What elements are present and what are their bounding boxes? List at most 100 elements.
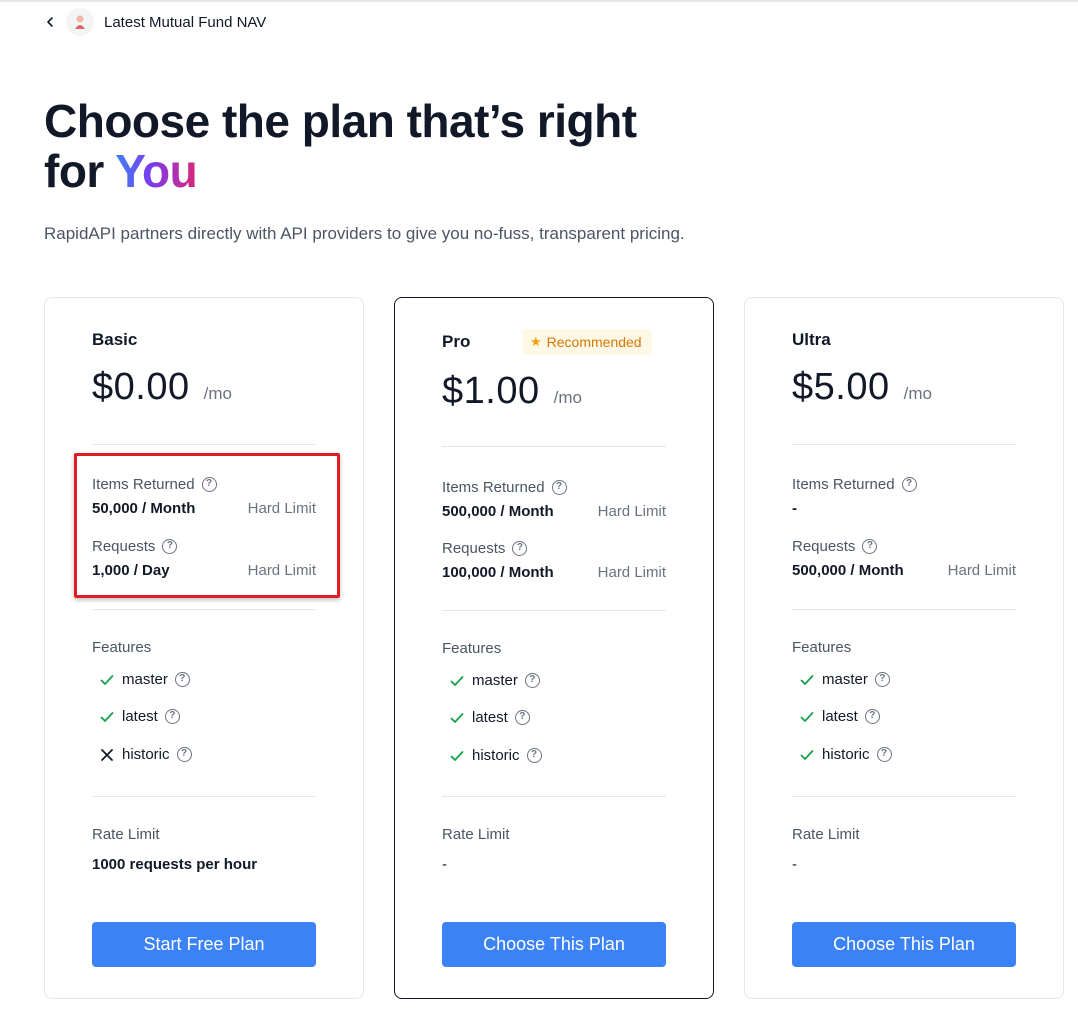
price-period: /mo <box>903 384 932 403</box>
plan-name: Ultra <box>792 330 831 349</box>
metric-label-requests: Requests? <box>792 538 878 555</box>
plan-name: Pro <box>442 332 471 351</box>
highlight-box <box>74 453 340 598</box>
help-icon[interactable]: ? <box>551 480 567 495</box>
choose-pro-plan-button[interactable]: Choose This Plan <box>442 922 666 967</box>
divider <box>792 796 1016 797</box>
feature-name: master <box>822 671 868 688</box>
plan-price: $0.00 /mo <box>92 366 232 409</box>
api-title: Latest Mutual Fund NAV <box>104 13 267 31</box>
feature-name: master <box>122 671 168 688</box>
start-free-plan-button[interactable]: Start Free Plan <box>92 922 316 967</box>
feature-item: latest? <box>449 709 530 726</box>
check-icon <box>449 673 465 689</box>
check-icon <box>799 672 815 688</box>
rate-limit-title: Rate Limit <box>442 826 510 843</box>
star-icon: ★ <box>530 334 542 349</box>
features-title: Features <box>92 639 152 656</box>
plan-card-pro: Pro ★ Recommended $1.00 /mo Items Return… <box>394 297 714 999</box>
app-header: Latest Mutual Fund NAV <box>40 8 266 36</box>
metric-limit-items: Hard Limit <box>597 503 666 520</box>
help-icon[interactable]: ? <box>874 672 890 687</box>
help-icon[interactable]: ? <box>526 748 542 763</box>
check-icon <box>99 709 115 725</box>
feature-item: latest? <box>99 708 180 725</box>
plan-price: $5.00 /mo <box>792 366 932 409</box>
feature-item: master? <box>449 672 540 689</box>
headline-for: for <box>44 145 116 197</box>
divider <box>442 446 666 447</box>
price-amount: $5.00 <box>792 366 890 408</box>
price-period: /mo <box>553 388 582 407</box>
rate-limit-value: - <box>442 856 447 873</box>
plan-card-ultra: Ultra $5.00 /mo Items Returned? - Reques… <box>744 297 1064 999</box>
x-icon <box>99 747 115 763</box>
plan-card-basic: Basic $0.00 /mo Items Returned? 50,000 /… <box>44 297 364 999</box>
divider <box>92 796 316 797</box>
divider <box>92 609 316 610</box>
check-icon <box>799 709 815 725</box>
price-period: /mo <box>203 384 232 403</box>
metric-value-items: 500,000 / Month <box>442 503 554 520</box>
metric-label-items: Items Returned? <box>792 476 917 493</box>
metric-label-requests: Requests? <box>442 540 528 557</box>
feature-item: master? <box>99 671 190 688</box>
feature-name: historic <box>822 746 870 763</box>
chevron-left-icon <box>47 17 53 27</box>
check-icon <box>449 748 465 764</box>
metric-value-requests: 500,000 / Month <box>792 562 904 579</box>
feature-item: historic? <box>799 746 892 763</box>
metric-label-text: Requests <box>442 540 506 557</box>
metric-value-items: - <box>792 500 797 517</box>
badge-label: Recommended <box>546 334 642 350</box>
feature-name: latest <box>822 708 858 725</box>
metric-value-requests: 100,000 / Month <box>442 564 554 581</box>
help-icon[interactable]: ? <box>901 477 917 492</box>
feature-item: master? <box>799 671 890 688</box>
headline-line-1: Choose the plan that’s right <box>44 95 637 147</box>
divider <box>442 610 666 611</box>
help-icon[interactable]: ? <box>864 709 880 724</box>
help-icon[interactable]: ? <box>862 539 878 554</box>
metric-label-text: Items Returned <box>442 479 545 496</box>
divider <box>442 796 666 797</box>
check-icon <box>99 672 115 688</box>
metric-label-text: Items Returned <box>792 476 895 493</box>
rate-limit-value: - <box>792 856 797 873</box>
feature-name: latest <box>122 708 158 725</box>
help-icon[interactable]: ? <box>876 747 892 762</box>
page-headline: Choose the plan that’s right for You <box>44 96 637 196</box>
api-logo-icon <box>66 8 94 36</box>
help-icon[interactable]: ? <box>524 673 540 688</box>
features-title: Features <box>792 639 852 656</box>
plan-name: Basic <box>92 330 138 349</box>
back-button[interactable] <box>40 12 60 32</box>
features-title: Features <box>442 640 502 657</box>
feature-item: historic? <box>99 746 192 763</box>
help-icon[interactable]: ? <box>164 709 180 724</box>
divider <box>92 444 316 445</box>
rate-limit-title: Rate Limit <box>792 826 860 843</box>
choose-ultra-plan-button[interactable]: Choose This Plan <box>792 922 1016 967</box>
top-border <box>0 0 1078 2</box>
metric-limit-requests: Hard Limit <box>597 564 666 581</box>
feature-name: historic <box>472 747 520 764</box>
headline-you: You <box>115 145 198 197</box>
price-amount: $0.00 <box>92 366 190 408</box>
metric-label-items: Items Returned? <box>442 479 567 496</box>
divider <box>792 609 1016 610</box>
price-amount: $1.00 <box>442 370 540 412</box>
page-subtitle: RapidAPI partners directly with API prov… <box>44 224 685 243</box>
feature-name: historic <box>122 746 170 763</box>
recommended-badge: ★ Recommended <box>522 329 652 355</box>
help-icon[interactable]: ? <box>176 747 192 762</box>
metric-label-text: Requests <box>792 538 856 555</box>
help-icon[interactable]: ? <box>174 672 190 687</box>
metric-limit-requests: Hard Limit <box>947 562 1016 579</box>
feature-name: master <box>472 672 518 689</box>
help-icon[interactable]: ? <box>512 541 528 556</box>
help-icon[interactable]: ? <box>514 710 530 725</box>
feature-item: latest? <box>799 708 880 725</box>
plan-price: $1.00 /mo <box>442 370 582 413</box>
check-icon <box>799 747 815 763</box>
